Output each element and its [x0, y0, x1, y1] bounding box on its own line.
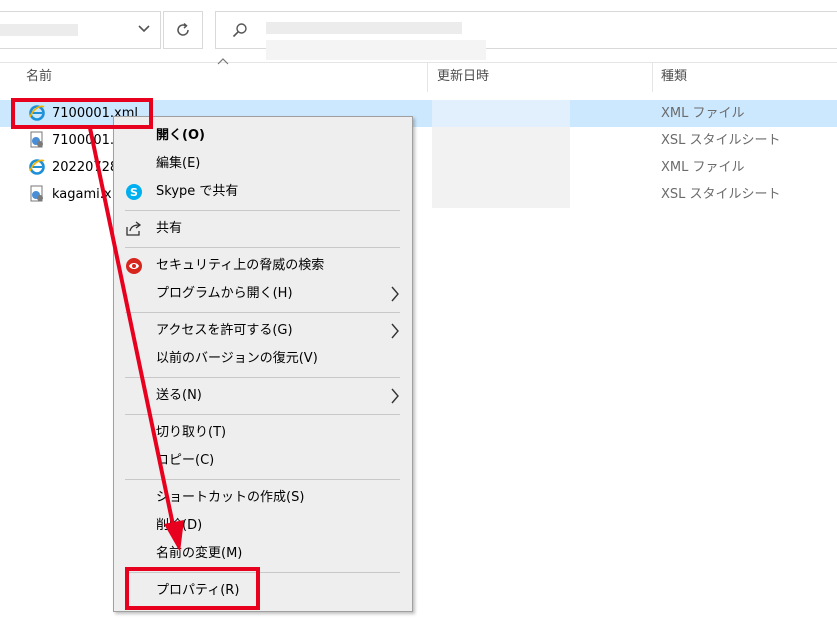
- menu-item-label: 開く(O): [156, 128, 205, 143]
- chevron-right-icon: [391, 323, 399, 339]
- menu-item-send-to[interactable]: 送る(N): [114, 382, 412, 410]
- menu-separator: [125, 479, 400, 480]
- file-name[interactable]: 7100001.: [52, 127, 114, 154]
- column-divider[interactable]: [427, 62, 428, 92]
- menu-item-cut[interactable]: 切り取り(T): [114, 419, 412, 447]
- highlight-box-selected-file: [11, 98, 153, 129]
- menu-item-copy[interactable]: コピー(C): [114, 447, 412, 475]
- modified-date-redacted: [432, 181, 570, 208]
- menu-item-label: Skype で共有: [156, 184, 239, 199]
- menu-separator: [125, 414, 400, 415]
- menu-item-create-shortcut[interactable]: ショートカットの作成(S): [114, 484, 412, 512]
- column-header-type[interactable]: 種類: [661, 62, 687, 92]
- menu-separator: [125, 377, 400, 378]
- svg-text:S: S: [130, 186, 138, 199]
- menu-item-label: プログラムから開く(H): [156, 286, 293, 301]
- refresh-button[interactable]: [163, 11, 203, 49]
- ie-xml-icon: [29, 159, 45, 175]
- column-header-name[interactable]: 名前: [26, 62, 52, 92]
- address-dropdown-button[interactable]: [128, 11, 160, 47]
- modified-date-redacted: [432, 127, 570, 154]
- menu-item-rename[interactable]: 名前の変更(M): [114, 540, 412, 568]
- menu-item-edit[interactable]: 編集(E): [114, 150, 412, 178]
- menu-item-label: セキュリティ上の脅威の検索: [156, 258, 325, 273]
- menu-separator: [125, 210, 400, 211]
- skype-icon: S: [126, 184, 142, 200]
- column-divider[interactable]: [652, 62, 653, 92]
- menu-item-open-with[interactable]: プログラムから開く(H): [114, 280, 412, 308]
- search-icon: [232, 23, 247, 38]
- menu-item-skype-share[interactable]: S Skype で共有: [114, 178, 412, 206]
- search-placeholder-redacted: [266, 22, 462, 34]
- menu-item-label: 切り取り(T): [156, 425, 227, 440]
- menu-separator: [125, 247, 400, 248]
- menu-item-security-scan[interactable]: セキュリティ上の脅威の検索: [114, 252, 412, 280]
- highlight-box-properties: [125, 567, 260, 610]
- file-name[interactable]: kagami.x: [52, 181, 112, 208]
- search-box[interactable]: [215, 11, 837, 60]
- context-menu: 開く(O) 編集(E) S Skype で共有 共有 セキュリティ上の脅威の検索…: [113, 116, 413, 612]
- share-icon: [126, 221, 142, 236]
- antivirus-icon: [126, 258, 142, 274]
- menu-item-label: アクセスを許可する(G): [156, 323, 293, 338]
- menu-item-label: 編集(E): [156, 156, 201, 171]
- menu-item-label: 削除(D): [156, 518, 203, 533]
- menu-item-label: 共有: [156, 221, 183, 236]
- chevron-right-icon: [391, 388, 399, 404]
- sort-ascending-icon: [217, 58, 229, 65]
- chevron-down-icon: [138, 25, 150, 33]
- xsl-file-icon: [30, 185, 43, 202]
- menu-item-open[interactable]: 開く(O): [114, 122, 412, 150]
- menu-item-delete[interactable]: 削除(D): [114, 512, 412, 540]
- chevron-right-icon: [391, 286, 399, 302]
- file-type: XSL スタイルシート: [661, 133, 781, 148]
- menu-separator: [125, 312, 400, 313]
- menu-item-label: ショートカットの作成(S): [156, 490, 305, 505]
- address-path-redacted: [0, 24, 78, 36]
- menu-item-label: コピー(C): [156, 453, 215, 468]
- file-type: XML ファイル: [661, 106, 745, 121]
- file-type: XSL スタイルシート: [661, 187, 781, 202]
- search-text-redacted: [266, 40, 486, 60]
- menu-item-restore-versions[interactable]: 以前のバージョンの復元(V): [114, 345, 412, 373]
- menu-item-label: 送る(N): [156, 388, 202, 403]
- refresh-icon: [177, 22, 189, 36]
- modified-date-redacted: [432, 100, 570, 127]
- modified-date-redacted: [432, 154, 570, 181]
- menu-item-share[interactable]: 共有: [114, 215, 412, 243]
- xsl-file-icon: [30, 131, 43, 148]
- menu-item-label: 名前の変更(M): [156, 546, 243, 561]
- menu-item-give-access[interactable]: アクセスを許可する(G): [114, 317, 412, 345]
- column-header-modified[interactable]: 更新日時: [437, 62, 489, 92]
- menu-item-label: 以前のバージョンの復元(V): [156, 351, 318, 366]
- file-type: XML ファイル: [661, 160, 745, 175]
- file-name[interactable]: 20220728: [52, 154, 118, 181]
